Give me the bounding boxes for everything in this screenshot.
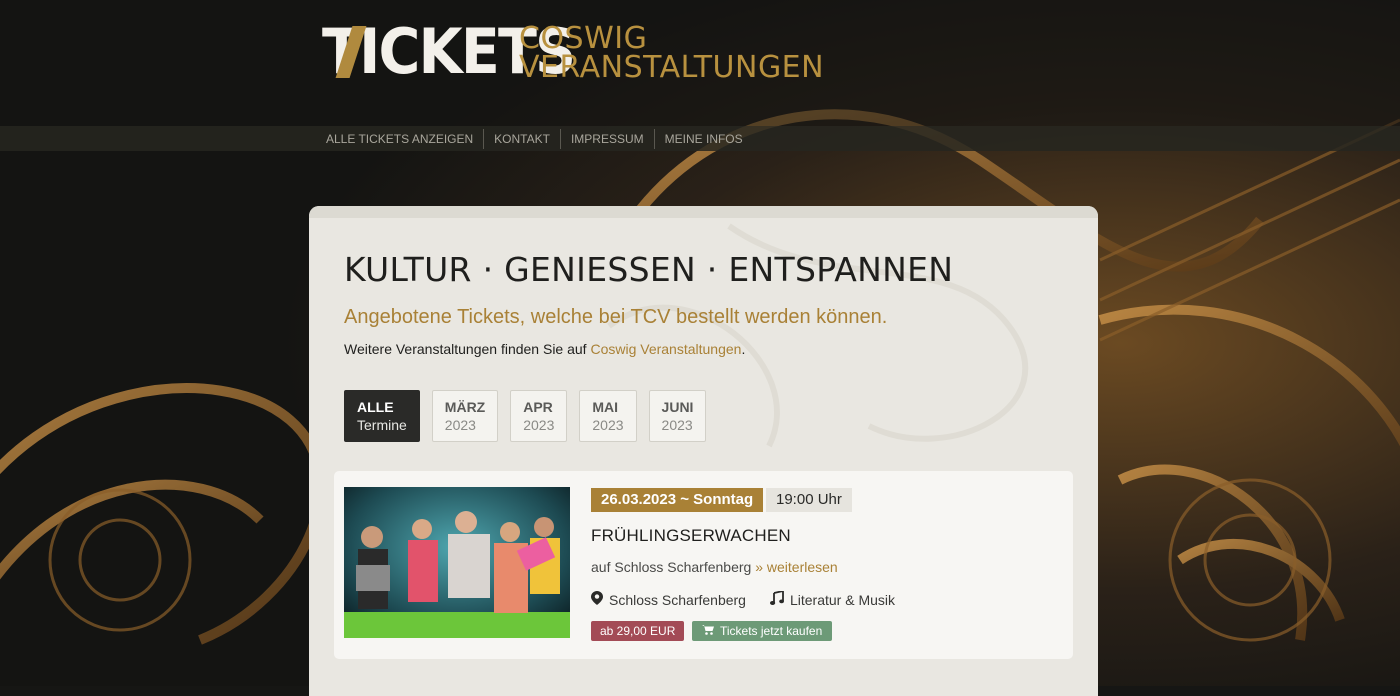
- logo-subtitle: COSWIG VERANSTALTUNGEN: [519, 21, 825, 85]
- read-more-link[interactable]: » weiterlesen: [755, 559, 838, 575]
- event-card: 26.03.2023 ~ Sonntag 19:00 Uhr FRÜHLINGS…: [334, 471, 1073, 659]
- logo-sub-line-2: VERANSTALTUNGEN: [519, 50, 825, 85]
- month-sub: Termine: [357, 417, 407, 433]
- month-filter: ALLE Termine MÄRZ 2023 APR 2023 MAI 2023…: [344, 390, 707, 442]
- month-label: JUNI: [661, 399, 694, 415]
- event-category: Literatur & Musik: [789, 591, 896, 608]
- info-text: Weitere Veranstaltungen finden Sie auf C…: [344, 341, 745, 357]
- page-subheading: Angebotene Tickets, welche bei TCV beste…: [344, 306, 888, 328]
- main-nav: ALLE TICKETS ANZEIGEN KONTAKT IMPRESSUM …: [0, 126, 1400, 151]
- content-panel: KULTUR · GENIESSEN · ENTSPANNEN Angebote…: [309, 206, 1098, 696]
- logo-sub-line-1: COSWIG: [519, 21, 648, 56]
- nav-item-all-tickets[interactable]: ALLE TICKETS ANZEIGEN: [316, 128, 485, 149]
- event-title[interactable]: FRÜHLINGSERWACHEN: [591, 526, 791, 546]
- nav-item-my-info[interactable]: MEINE INFOS: [655, 129, 753, 149]
- event-subtitle: auf Schloss Scharfenberg » weiterlesen: [591, 559, 838, 575]
- map-marker-icon: [591, 591, 603, 608]
- month-filter-june[interactable]: JUNI 2023: [648, 390, 707, 442]
- event-subtitle-text: auf Schloss Scharfenberg: [591, 559, 752, 575]
- buy-tickets-label: Tickets jetzt kaufen: [720, 624, 823, 638]
- buy-tickets-button[interactable]: Tickets jetzt kaufen: [692, 621, 833, 641]
- month-sub: 2023: [661, 417, 693, 433]
- site-header: TICKETS COSWIG VERANSTALTUNGEN: [0, 0, 1400, 126]
- page-headline: KULTUR · GENIESSEN · ENTSPANNEN: [344, 250, 954, 289]
- month-sub: 2023: [523, 417, 555, 433]
- nav-item-contact[interactable]: KONTAKT: [484, 128, 561, 149]
- event-photo[interactable]: [344, 487, 570, 638]
- music-note-icon: [769, 589, 784, 608]
- event-meta: Schloss Scharfenberg Literatur & Musik: [591, 589, 896, 608]
- month-label: MÄRZ: [444, 399, 486, 415]
- event-date-badge: 26.03.2023 ~ Sonntag: [591, 488, 764, 512]
- month-sub: 2023: [592, 417, 624, 433]
- month-filter-may[interactable]: MAI 2023: [579, 390, 637, 442]
- event-location: Schloss Scharfenberg: [609, 591, 746, 608]
- month-label: ALLE: [357, 399, 394, 415]
- month-filter-march[interactable]: MÄRZ 2023: [431, 390, 499, 442]
- month-filter-april[interactable]: APR 2023: [510, 390, 568, 442]
- cart-icon: [702, 621, 714, 641]
- event-time-badge: 19:00 Uhr: [766, 488, 852, 512]
- month-sub: 2023: [444, 417, 476, 433]
- month-label: APR: [523, 399, 553, 415]
- price-badge: ab 29,00 EUR: [591, 621, 685, 641]
- month-filter-all[interactable]: ALLE Termine: [344, 390, 420, 442]
- info-prefix: Weitere Veranstaltungen finden Sie auf: [344, 341, 591, 357]
- nav-item-imprint[interactable]: IMPRESSUM: [561, 128, 655, 149]
- info-suffix: .: [741, 341, 746, 357]
- coswig-events-link[interactable]: Coswig Veranstaltungen: [590, 341, 741, 357]
- month-label: MAI: [592, 399, 619, 415]
